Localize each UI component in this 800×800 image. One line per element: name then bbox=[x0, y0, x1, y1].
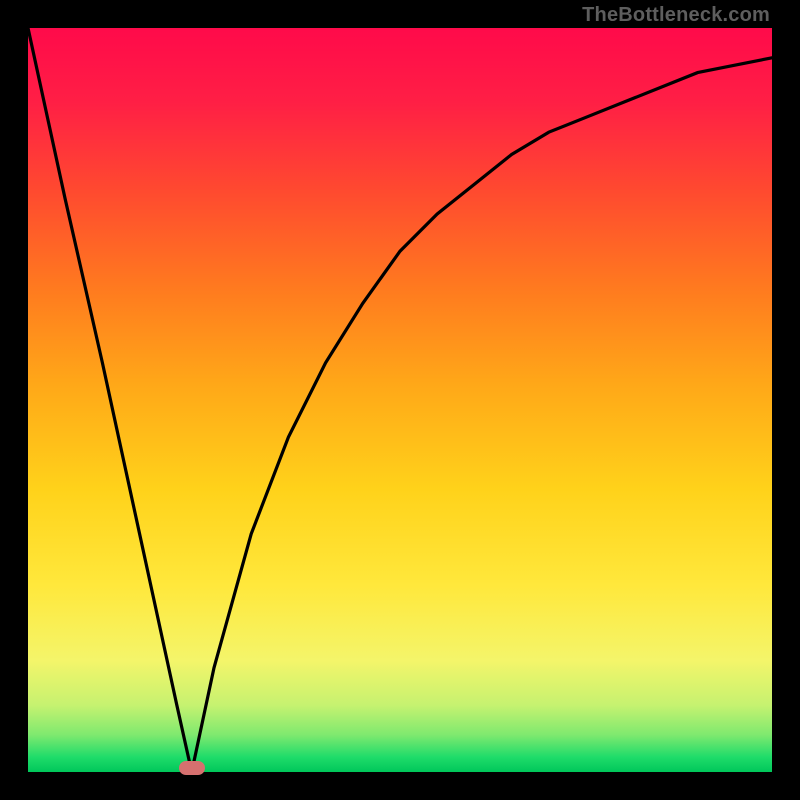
watermark-text: TheBottleneck.com bbox=[582, 4, 770, 27]
minimum-marker bbox=[179, 761, 205, 775]
curve-left bbox=[28, 28, 192, 772]
curve-right bbox=[192, 58, 772, 772]
plot-area bbox=[28, 28, 772, 772]
chart-svg bbox=[28, 28, 772, 772]
chart-frame: TheBottleneck.com bbox=[0, 0, 800, 800]
